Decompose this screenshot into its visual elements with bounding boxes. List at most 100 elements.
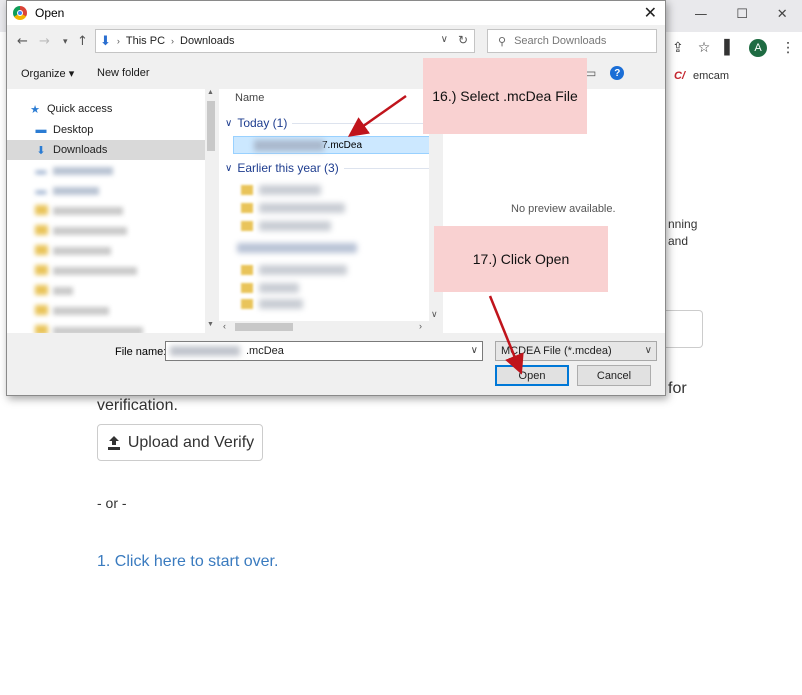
- folder-icon: [241, 283, 253, 293]
- chrome-logo-icon: [13, 6, 27, 20]
- scroll-down-icon[interactable]: ▼: [207, 321, 214, 328]
- bookmark-logo-icon: C/: [674, 70, 685, 82]
- minimize-icon[interactable]: —: [694, 7, 707, 22]
- download-folder-icon: ⬇: [100, 33, 111, 48]
- download-folder-icon: ⬇: [36, 144, 46, 157]
- search-placeholder: Search Downloads: [514, 35, 607, 47]
- nav-item-blurred[interactable]: [7, 281, 217, 301]
- maximize-icon[interactable]: ☐: [736, 7, 748, 22]
- group-blurred[interactable]: [237, 243, 357, 253]
- group-today-label: Today (1): [237, 116, 288, 130]
- breadcrumb-this-pc[interactable]: This PC: [126, 35, 165, 47]
- no-preview-text: No preview available.: [511, 203, 616, 215]
- organize-button[interactable]: Organize ▾: [21, 67, 74, 80]
- close-icon[interactable]: ✕: [644, 3, 657, 22]
- menu-icon[interactable]: ⋮: [781, 40, 795, 56]
- list-item[interactable]: [259, 265, 347, 275]
- star-icon[interactable]: ☆: [698, 40, 711, 56]
- page-text-fragment: nning and: [668, 216, 697, 250]
- file-name-label: File name:: [115, 346, 167, 358]
- start-over-link[interactable]: 1. Click here to start over.: [97, 553, 278, 571]
- nav-item-blurred[interactable]: 📌: [7, 241, 217, 261]
- list-item[interactable]: [259, 283, 299, 293]
- scroll-left-icon[interactable]: ‹: [223, 321, 226, 331]
- page-input-fragment[interactable]: [660, 310, 703, 348]
- recent-chevron-icon[interactable]: ▾: [63, 37, 68, 47]
- folder-icon: [241, 203, 253, 213]
- group-earlier-this-year[interactable]: ∨ Earlier this year (3): [225, 161, 435, 175]
- up-arrow-icon[interactable]: ↑: [77, 34, 88, 49]
- nav-desktop[interactable]: ▬ Desktop 📌: [7, 120, 217, 140]
- nav-item-blurred[interactable]: ▬📌: [7, 181, 217, 201]
- redacted-filename: [254, 140, 324, 151]
- breadcrumb-downloads[interactable]: Downloads: [180, 35, 234, 47]
- upload-icon: [107, 435, 120, 450]
- nav-item-blurred[interactable]: 📌: [7, 201, 217, 221]
- file-list-pane: Name ∨ Today (1) 7.mcDea ∨ Earlier this …: [219, 89, 441, 333]
- upload-and-verify-button[interactable]: Upload and Verify: [97, 424, 263, 461]
- list-item[interactable]: [259, 203, 345, 213]
- nav-desktop-label: Desktop: [53, 124, 94, 136]
- chevron-down-icon[interactable]: ∨: [471, 345, 478, 356]
- folder-icon: [241, 185, 253, 195]
- help-icon[interactable]: ?: [610, 66, 625, 80]
- file-name-input[interactable]: .mcDea ∨: [165, 341, 483, 361]
- file-type-select[interactable]: MCDEA File (*.mcdea) ∨: [495, 341, 657, 361]
- list-item[interactable]: [259, 221, 331, 231]
- sidepanel-icon[interactable]: ▌: [724, 40, 735, 56]
- scroll-right-icon[interactable]: ›: [419, 321, 422, 331]
- callout-step-17: 17.) Click Open: [434, 226, 608, 292]
- nav-downloads[interactable]: ⬇ Downloads 📌: [7, 140, 217, 160]
- group-earlier-label: Earlier this year (3): [237, 161, 339, 175]
- forward-arrow-icon[interactable]: →: [39, 34, 50, 49]
- new-folder-button[interactable]: New folder: [97, 67, 150, 79]
- close-window-icon[interactable]: ✕: [777, 7, 788, 22]
- folder-icon: [241, 299, 253, 309]
- file-list-hscrollbar[interactable]: ‹ ›: [219, 321, 429, 333]
- browser-toolbar: ⇪ ☆ ▌ A ⋮: [666, 32, 802, 64]
- nav-item-blurred[interactable]: [7, 301, 217, 321]
- avatar[interactable]: A: [749, 39, 768, 57]
- scroll-up-icon[interactable]: ▲: [207, 89, 214, 96]
- chevron-down-icon: ∨: [225, 162, 233, 174]
- refresh-icon[interactable]: ↻: [458, 33, 468, 47]
- selected-file-name: 7.mcDea: [322, 139, 363, 151]
- chevron-down-icon[interactable]: ∨: [441, 34, 448, 45]
- open-button[interactable]: Open: [495, 365, 569, 386]
- address-row: ← → ▾ ↑ ⬇ › This PC › Downloads ∨ ↻ ⚲ Se…: [7, 29, 665, 55]
- address-bar[interactable]: ⬇ › This PC › Downloads ∨ ↻: [95, 29, 475, 53]
- nav-item-blurred[interactable]: 📌: [7, 221, 217, 241]
- navigation-pane: ★ Quick access ▬ Desktop 📌 ⬇ Downloads 📌…: [7, 89, 217, 333]
- nav-item-blurred[interactable]: [7, 321, 217, 333]
- redacted-filename: [170, 346, 240, 356]
- search-input[interactable]: ⚲ Search Downloads: [487, 29, 657, 53]
- callout-step-16: 16.) Select .mcDea File: [423, 58, 587, 134]
- nav-item-blurred[interactable]: ▬📌: [7, 161, 217, 181]
- window-controls: — ☐ ✕: [680, 0, 802, 28]
- group-today[interactable]: ∨ Today (1): [225, 116, 435, 130]
- nav-scroll-thumb[interactable]: [207, 101, 215, 151]
- nav-scrollbar[interactable]: ▲ ▼: [205, 89, 217, 333]
- page-text-fragment-1: nning: [668, 217, 698, 231]
- back-arrow-icon[interactable]: ←: [17, 34, 28, 49]
- folder-icon: [241, 221, 253, 231]
- scroll-down-icon[interactable]: ∨: [431, 309, 438, 320]
- hscroll-thumb[interactable]: [235, 323, 293, 331]
- nav-quick-access[interactable]: ★ Quick access: [7, 99, 217, 119]
- view-controls: ▭ ?: [585, 66, 625, 80]
- selected-file-row[interactable]: 7.mcDea: [233, 136, 431, 154]
- list-item[interactable]: [259, 185, 321, 195]
- file-type-value: MCDEA File (*.mcdea): [501, 345, 612, 357]
- nav-item-blurred[interactable]: [7, 261, 217, 281]
- list-item[interactable]: [259, 299, 303, 309]
- column-header-name[interactable]: Name: [235, 92, 264, 104]
- bookmark-bar: C/ emcam: [666, 64, 802, 88]
- chevron-down-icon: ∨: [644, 345, 652, 356]
- bookmark-emcam[interactable]: emcam: [693, 70, 729, 82]
- share-icon[interactable]: ⇪: [672, 40, 684, 56]
- verification-text: verification.: [97, 397, 178, 414]
- page-text-for: for: [668, 380, 687, 397]
- cancel-button[interactable]: Cancel: [577, 365, 651, 386]
- dialog-titlebar: Open ✕: [7, 1, 665, 25]
- star-icon: ★: [30, 103, 40, 116]
